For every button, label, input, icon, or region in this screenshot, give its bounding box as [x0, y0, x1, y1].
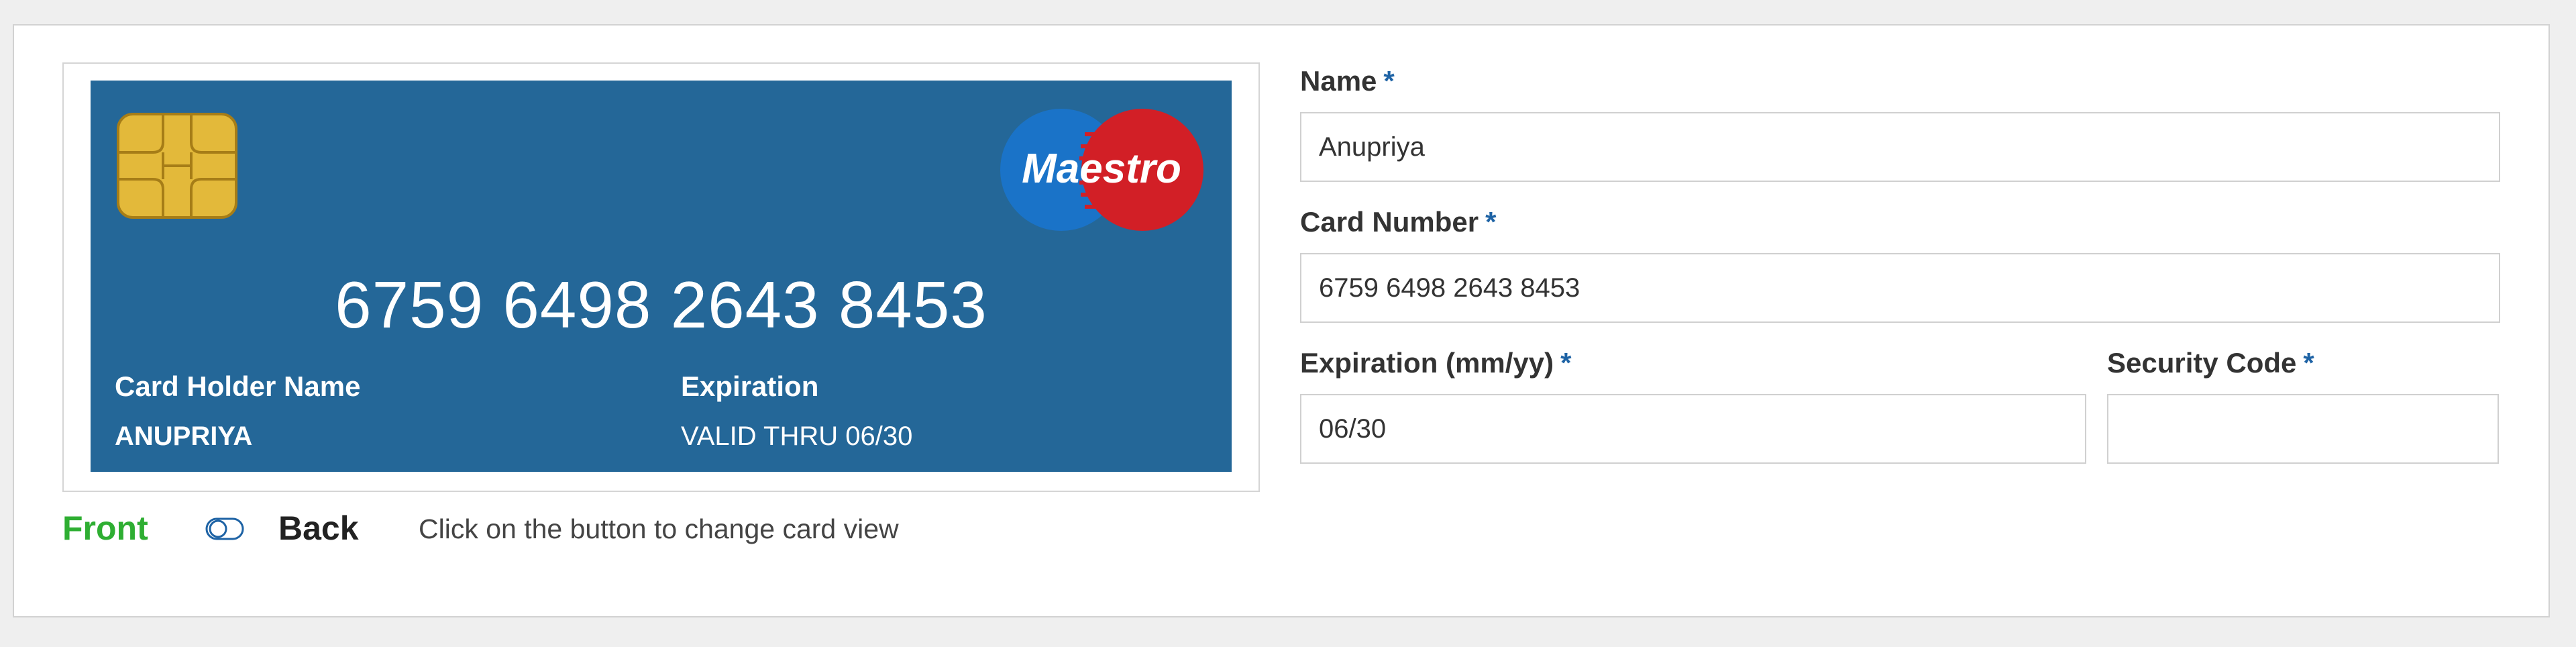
- chip-icon: [117, 113, 237, 219]
- card-view-toggle-row: Front Back Click on the button to change…: [62, 507, 1203, 554]
- name-label-text: Name: [1300, 65, 1377, 97]
- security-code-label: Security Code *: [2107, 349, 2314, 377]
- back-view-label[interactable]: Back: [278, 511, 359, 545]
- expiration-value: VALID THRU 06/30: [681, 421, 913, 451]
- credit-card-front: Maestro 6759 6498 2643 8453 Card Holder …: [91, 81, 1232, 472]
- maestro-logo-icon: Maestro: [1000, 109, 1203, 231]
- front-view-label[interactable]: Front: [62, 511, 148, 545]
- expiration-input[interactable]: [1300, 394, 2086, 464]
- card-view-hint: Click on the button to change card view: [419, 513, 899, 544]
- required-marker: *: [1560, 347, 1572, 379]
- toggle-icon[interactable]: [205, 517, 244, 541]
- expiration-field-label-text: Expiration (mm/yy): [1300, 347, 1554, 379]
- card-holder-value: ANUPRIYA: [115, 421, 253, 451]
- security-code-label-text: Security Code: [2107, 347, 2297, 379]
- card-number-display: 6759 6498 2643 8453: [335, 268, 987, 342]
- card-number-label: Card Number *: [1300, 208, 1496, 236]
- name-label: Name *: [1300, 67, 1395, 95]
- name-input[interactable]: [1300, 112, 2500, 182]
- maestro-logo-text: Maestro: [1022, 146, 1181, 192]
- required-marker: *: [2303, 347, 2314, 379]
- expiration-field-label: Expiration (mm/yy) *: [1300, 349, 1571, 377]
- card-number-label-text: Card Number: [1300, 206, 1479, 238]
- card-holder-label: Card Holder Name: [115, 370, 361, 402]
- expiration-label: Expiration: [681, 370, 819, 402]
- required-marker: *: [1383, 65, 1395, 97]
- card-number-input[interactable]: [1300, 253, 2500, 323]
- security-code-input[interactable]: [2107, 394, 2499, 464]
- required-marker: *: [1485, 206, 1497, 238]
